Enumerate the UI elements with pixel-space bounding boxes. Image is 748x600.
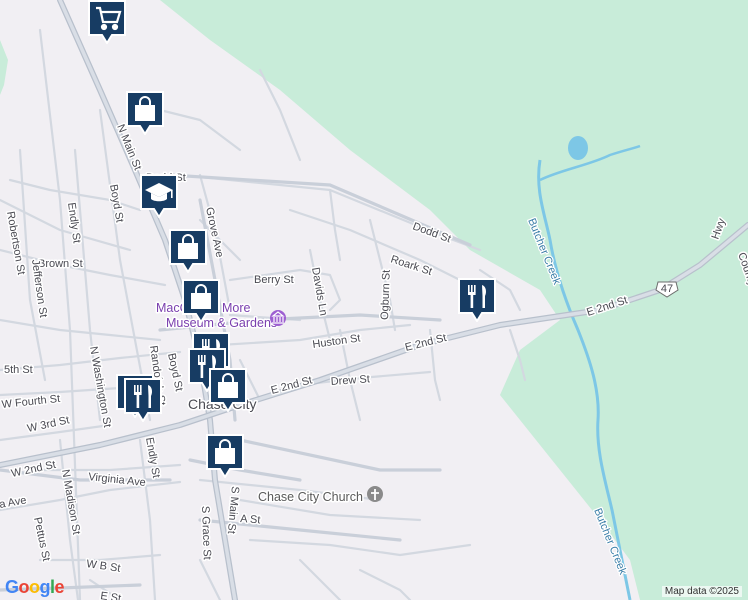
marker-shopping-bag-3[interactable]: [182, 279, 220, 324]
street-label-ogburn: Ogburn St: [379, 270, 393, 321]
map-attribution[interactable]: Map data ©2025: [661, 586, 742, 597]
marker-shopping-bag-2[interactable]: [169, 229, 207, 274]
google-logo-letter: e: [54, 577, 65, 597]
google-logo[interactable]: Google: [5, 577, 65, 598]
marker-shopping-bag-5[interactable]: [206, 434, 244, 479]
church-label: Chase City Church: [258, 490, 363, 504]
google-logo-letter: G: [5, 577, 19, 597]
map-canvas[interactable]: 47 N Main St Boyd St Dodd St Dodd St End…: [0, 0, 748, 600]
google-logo-letter: g: [39, 577, 51, 597]
street-label-e-st: E St: [100, 590, 122, 600]
street-label-brown: Brown St: [38, 258, 83, 270]
highway-shield-label: 47: [661, 283, 673, 295]
google-logo-letter: o: [18, 577, 30, 597]
museum-icon[interactable]: [270, 310, 286, 326]
street-label-berry: Berry St: [254, 274, 294, 286]
street-label-a-st: A St: [240, 513, 261, 526]
marker-shopping-bag-1[interactable]: [126, 91, 164, 136]
street-label-s-grace: S Grace St: [199, 506, 213, 560]
pond: [568, 136, 588, 160]
street-label-fifth: 5th St: [4, 364, 33, 376]
marker-shopping-bag-4[interactable]: [209, 368, 247, 413]
google-logo-letter: o: [29, 577, 40, 597]
marker-restaurant-1[interactable]: [458, 278, 496, 323]
marker-school[interactable]: [140, 174, 178, 219]
marker-shopping-cart[interactable]: [88, 0, 126, 45]
church-icon[interactable]: [367, 486, 383, 502]
marker-restaurant-5[interactable]: [124, 378, 162, 423]
